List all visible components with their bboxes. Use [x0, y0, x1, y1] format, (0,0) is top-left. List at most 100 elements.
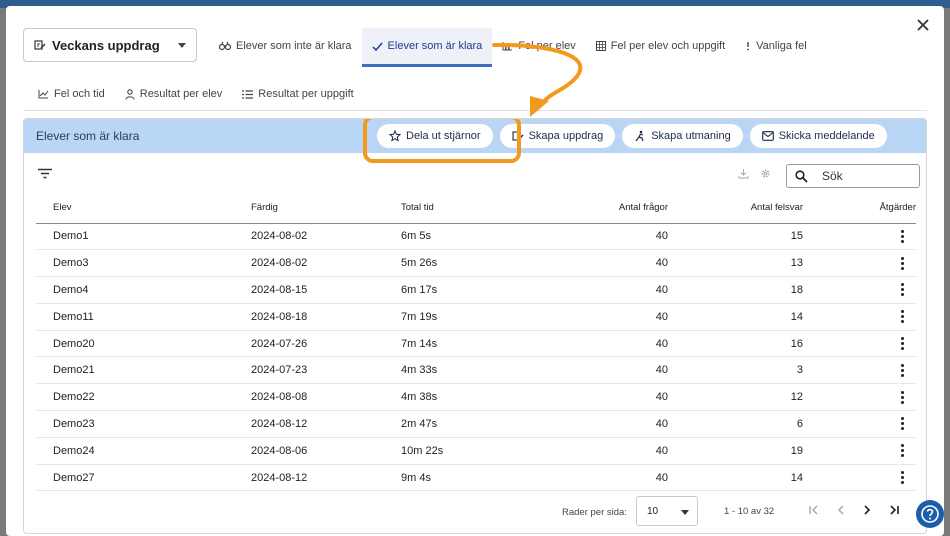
cell-antal-fragor: 40 — [551, 464, 683, 492]
more-actions-icon[interactable] — [900, 363, 904, 377]
filter-icon[interactable] — [37, 168, 53, 179]
cell-total-tid: 9m 4s — [401, 464, 551, 492]
tab-label: Resultat per elev — [139, 88, 223, 100]
tab-label: Elever som inte är klara — [236, 40, 352, 52]
more-actions-icon[interactable] — [900, 283, 904, 297]
exclamation-icon — [747, 42, 750, 51]
tab-elever-klara[interactable]: Elever som är klara — [361, 28, 493, 67]
first-page-icon — [809, 505, 818, 515]
cell-antal-felsvar: 14 — [683, 464, 846, 492]
tab-resultat-per-elev[interactable]: Resultat per elev — [115, 76, 233, 112]
column-header-elev[interactable]: Elev — [36, 193, 251, 224]
cell-antal-fragor: 40 — [551, 437, 683, 465]
edit-icon — [34, 40, 46, 50]
more-actions-icon[interactable] — [900, 256, 904, 270]
skapa-uppdrag-button[interactable]: Skapa uppdrag — [498, 123, 617, 149]
more-actions-icon[interactable] — [900, 444, 904, 458]
cell-total-tid: 2m 47s — [401, 410, 551, 438]
assignment-select[interactable]: Veckans uppdrag — [23, 28, 197, 62]
cell-elev: Demo21 — [36, 356, 251, 385]
tabs-secondary: Fel och tid Resultat per elev Resultat p… — [28, 76, 364, 112]
tabs-primary: Elever som inte är klara Elever som är k… — [209, 28, 817, 68]
tab-label: Fel per elev — [518, 40, 576, 52]
cell-atgarder — [846, 223, 916, 251]
cell-fardig: 2024-08-15 — [251, 276, 401, 304]
cell-antal-felsvar: 3 — [683, 356, 846, 385]
cell-atgarder — [846, 330, 916, 358]
cell-fardig: 2024-08-02 — [251, 249, 401, 278]
cell-atgarder — [846, 437, 916, 465]
cell-atgarder — [846, 303, 916, 331]
tab-vanliga-fel[interactable]: Vanliga fel — [735, 28, 817, 64]
more-actions-icon[interactable] — [900, 337, 904, 351]
cell-antal-felsvar: 16 — [683, 330, 846, 358]
tab-fel-per-elev-och-uppgift[interactable]: Fel per elev och uppgift — [586, 28, 735, 64]
panel-title: Elever som är klara — [36, 129, 140, 143]
person-icon — [125, 88, 135, 100]
table-row: Demo1 2024-08-02 6m 5s 40 15 — [36, 223, 916, 251]
more-actions-icon[interactable] — [900, 310, 904, 324]
rows-per-page-label: Rader per sida: — [562, 507, 627, 518]
first-page-button[interactable] — [806, 502, 822, 518]
table-row: Demo11 2024-08-18 7m 19s 40 14 — [36, 303, 916, 331]
cell-antal-fragor: 40 — [551, 383, 683, 412]
table-row: Demo4 2024-08-15 6m 17s 40 18 — [36, 276, 916, 304]
tab-fel-och-tid[interactable]: Fel och tid — [28, 76, 115, 112]
tab-label: Fel och tid — [54, 88, 105, 100]
edit-icon — [512, 131, 524, 141]
table-row: Demo22 2024-08-08 4m 38s 40 12 — [36, 383, 916, 412]
download-icon[interactable] — [738, 168, 749, 179]
column-header-atgarder: Åtgärder — [846, 193, 916, 224]
close-button[interactable] — [912, 14, 934, 36]
search-placeholder: Sök — [822, 169, 843, 183]
cell-elev: Demo23 — [36, 410, 251, 438]
previous-page-button[interactable] — [833, 502, 849, 518]
chevron-down-icon — [178, 42, 186, 48]
cell-antal-felsvar: 18 — [683, 276, 846, 304]
cell-antal-felsvar: 6 — [683, 410, 846, 438]
more-actions-icon[interactable] — [900, 471, 904, 485]
more-actions-icon[interactable] — [900, 417, 904, 431]
modal-dialog: Veckans uppdrag Elever som inte är klara… — [6, 6, 944, 536]
cell-fardig: 2024-08-02 — [251, 223, 401, 251]
grid-icon — [595, 41, 606, 51]
gear-icon[interactable] — [760, 168, 771, 179]
next-page-button[interactable] — [859, 502, 875, 518]
cell-total-tid: 10m 22s — [401, 437, 551, 465]
tab-elever-inte-klara[interactable]: Elever som inte är klara — [209, 28, 362, 64]
cell-atgarder — [846, 410, 916, 438]
table-row: Demo20 2024-07-26 7m 14s 40 16 — [36, 330, 916, 358]
last-page-icon — [890, 505, 899, 515]
column-header-total-tid[interactable]: Total tid — [401, 193, 551, 224]
help-button[interactable] — [916, 500, 944, 528]
more-actions-icon[interactable] — [900, 229, 904, 243]
button-label: Dela ut stjärnor — [406, 130, 481, 142]
rows-per-page-select[interactable]: 10 — [636, 496, 698, 526]
cell-atgarder — [846, 276, 916, 304]
completed-students-panel: Elever som är klara Dela ut stjärnor Ska… — [23, 118, 927, 534]
skicka-meddelande-button[interactable]: Skicka meddelande — [748, 123, 888, 149]
tab-fel-per-elev[interactable]: Fel per elev — [492, 28, 585, 64]
table-row: Demo23 2024-08-12 2m 47s 40 6 — [36, 410, 916, 438]
dela-ut-stjarnor-button[interactable]: Dela ut stjärnor — [376, 123, 494, 149]
column-header-antal-fragor[interactable]: Antal frågor — [551, 193, 683, 224]
skapa-utmaning-button[interactable]: Skapa utmaning — [621, 123, 744, 149]
cell-fardig: 2024-07-26 — [251, 330, 401, 358]
tab-resultat-per-uppgift[interactable]: Resultat per uppgift — [232, 76, 363, 112]
column-header-antal-felsvar[interactable]: Antal felsvar — [683, 193, 846, 224]
column-header-fardig[interactable]: Färdig — [251, 193, 401, 224]
cell-antal-fragor: 40 — [551, 330, 683, 358]
last-page-button[interactable] — [886, 502, 902, 518]
cell-fardig: 2024-08-18 — [251, 303, 401, 331]
cell-total-tid: 5m 26s — [401, 249, 551, 278]
cell-total-tid: 4m 33s — [401, 356, 551, 385]
chevron-down-icon — [681, 510, 689, 515]
cell-antal-felsvar: 14 — [683, 303, 846, 331]
cell-total-tid: 7m 14s — [401, 330, 551, 358]
divider — [23, 110, 927, 111]
line-chart-icon — [38, 90, 49, 99]
more-actions-icon[interactable] — [900, 390, 904, 404]
star-icon — [389, 130, 401, 142]
search-input[interactable]: Sök — [786, 164, 920, 188]
cell-antal-felsvar: 19 — [683, 437, 846, 465]
